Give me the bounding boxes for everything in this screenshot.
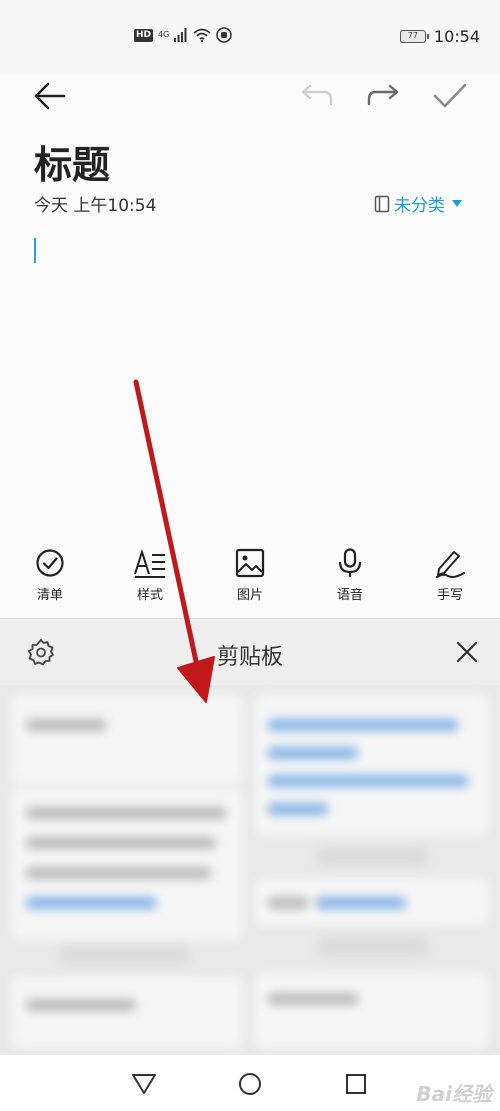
clipboard-item[interactable]: [12, 977, 242, 1047]
clipboard-item[interactable]: [256, 879, 488, 925]
redo-icon[interactable]: [366, 82, 400, 110]
nav-back-triangle-icon[interactable]: [131, 1073, 157, 1095]
tool-label: 样式: [136, 588, 163, 603]
undo-icon[interactable]: [300, 82, 334, 110]
battery-icon: 77: [399, 30, 429, 43]
clipboard-item[interactable]: [256, 973, 488, 1047]
editor-tool-row: 清单 样式 图片 语音 手写: [0, 548, 500, 610]
tool-image-button[interactable]: 图片: [210, 548, 290, 603]
notebook-icon: [374, 195, 390, 212]
category-label: 未分类: [394, 196, 445, 216]
navigation-bar: Bai经验: [0, 1055, 500, 1111]
watermark-logo: Bai经验: [416, 1082, 492, 1106]
category-selector[interactable]: 未分类: [374, 191, 462, 216]
note-timestamp: 今天 上午10:54: [34, 196, 157, 216]
checkmark-icon[interactable]: [432, 82, 468, 110]
blurred-clipboard-content: [0, 685, 500, 1055]
tool-label: 语音: [336, 588, 363, 603]
nav-home-circle-icon[interactable]: [238, 1072, 262, 1096]
wifi-icon: [193, 28, 211, 42]
tool-handwriting-button[interactable]: 手写: [410, 548, 490, 603]
caret-down-icon: [452, 200, 462, 207]
microphone-icon: [338, 548, 362, 577]
status-icons-right: 77 10:54: [399, 27, 480, 46]
status-icons-left: HD 4G: [134, 27, 233, 43]
text-cursor: [34, 238, 36, 263]
close-icon[interactable]: [456, 641, 478, 663]
tool-label: 图片: [236, 588, 263, 603]
clipboard-item[interactable]: [256, 695, 488, 835]
tool-checklist-button[interactable]: 清单: [10, 548, 90, 603]
tool-voice-button[interactable]: 语音: [310, 548, 390, 603]
clipboard-header: 剪贴板: [0, 618, 500, 685]
clipboard-items-area: [0, 685, 500, 1055]
arrow-left-icon[interactable]: [33, 80, 67, 112]
nav-recents-square-icon[interactable]: [345, 1073, 367, 1095]
status-clock: 10:54: [433, 27, 480, 46]
network-type-label: 4G: [158, 30, 170, 39]
checklist-icon: [36, 549, 64, 577]
text-style-icon: [134, 548, 165, 578]
image-icon: [235, 548, 265, 578]
note-editor-screen: HD 4G 77 10:54 标题 今天 上午10:54 未分类 清单 样式 图…: [0, 0, 500, 1111]
handwriting-pen-icon: [436, 551, 465, 578]
status-bar: HD 4G 77 10:54: [0, 0, 500, 74]
tool-label: 手写: [436, 588, 463, 603]
hd-badge: HD: [134, 28, 154, 42]
note-title[interactable]: 标题: [34, 134, 110, 189]
clipboard-title: 剪贴板: [216, 645, 283, 670]
tool-label: 清单: [36, 588, 63, 603]
signal-icon: [174, 28, 187, 42]
hand-gesture-icon: [216, 27, 233, 43]
clipboard-item[interactable]: [12, 695, 242, 783]
tool-style-button[interactable]: 样式: [110, 548, 190, 603]
clipboard-item[interactable]: [12, 789, 242, 939]
